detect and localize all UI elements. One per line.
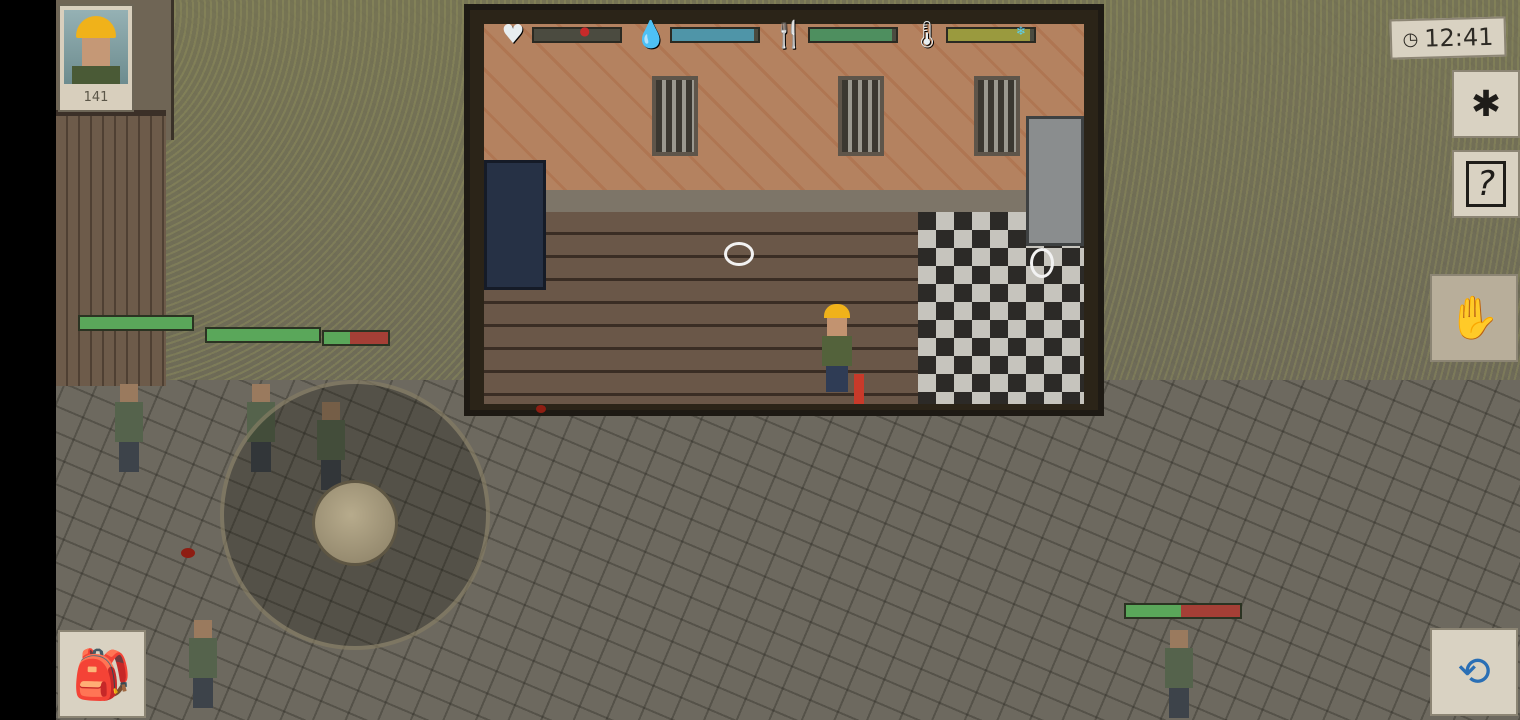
enemy-health-fill: [80, 317, 192, 329]
enemy-health-bar: [322, 330, 390, 346]
loot-marker[interactable]: [1030, 248, 1054, 278]
enemy-health-bar: [1124, 603, 1242, 619]
fork-knife-icon: 🍴: [772, 20, 806, 50]
window: [974, 76, 1020, 156]
player-character: [820, 304, 864, 404]
game-clock: ◷ 12:41: [1389, 16, 1507, 60]
backpack-icon: 🎒: [72, 646, 132, 703]
grab-hand-button[interactable]: ✋: [1430, 274, 1518, 362]
thermometer-icon: 🌡: [910, 20, 944, 50]
water-drop-bar-fill: [672, 29, 754, 41]
window: [838, 76, 884, 156]
portrait-value: 141: [83, 90, 109, 105]
heart-icon: ♥: [501, 20, 525, 50]
fire-axe: [854, 374, 864, 404]
house-interior: [464, 4, 1104, 416]
loot-marker[interactable]: [724, 242, 754, 266]
thermometer-bar: ❄: [946, 24, 1036, 43]
gear-icon: ✱: [1470, 83, 1502, 125]
clock-time: 12:41: [1423, 22, 1494, 53]
zombie[interactable]: [112, 384, 146, 474]
wooden-shed: [56, 110, 166, 386]
cold-icon: ❄: [1015, 24, 1026, 38]
heart-bar: ●: [532, 24, 622, 43]
swap-weapon-button[interactable]: ⟲: [1430, 628, 1518, 716]
thermometer-stat: 🌡 ❄: [910, 20, 1036, 50]
quest-journal-button[interactable]: ?: [1452, 150, 1520, 218]
survival-stats: ♥ ● 💧 🍴 🌡 ❄: [498, 20, 1088, 50]
blood-splatter: [181, 548, 195, 558]
character-portrait[interactable]: 141: [58, 4, 134, 112]
blood-splatter: [536, 405, 546, 413]
joystick-knob[interactable]: [312, 480, 398, 566]
enemy-health-fill: [207, 329, 319, 341]
settings-button[interactable]: ✱: [1452, 70, 1520, 138]
enemy-health-fill: [1126, 605, 1181, 617]
water-drop-stat: 💧: [634, 20, 760, 50]
enemy-health-bar: [205, 327, 321, 343]
enemy-health-bar: [78, 315, 194, 331]
backpack-button[interactable]: 🎒: [58, 630, 146, 718]
heart-stat: ♥ ●: [498, 20, 622, 50]
swap-weapon-icon: ⟲: [1457, 649, 1491, 695]
zombie[interactable]: [1162, 630, 1196, 720]
fork-knife-bar: [808, 27, 898, 43]
water-drop-icon: 💧: [634, 20, 668, 50]
fork-knife-bar-fill: [810, 29, 892, 41]
sofa[interactable]: [484, 160, 546, 290]
movement-joystick[interactable]: [220, 380, 490, 650]
bleeding-icon: ●: [579, 24, 590, 38]
window: [652, 76, 698, 156]
clock-icon: ◷: [1402, 28, 1419, 50]
avatar: [64, 10, 128, 84]
water-drop-bar: [670, 27, 760, 43]
journal-icon: ?: [1465, 161, 1507, 207]
zombie[interactable]: [186, 620, 220, 710]
refrigerator[interactable]: [1026, 116, 1084, 246]
fork-knife-stat: 🍴: [772, 20, 898, 50]
hand-icon: ✋: [1447, 293, 1501, 342]
enemy-health-fill: [324, 332, 350, 344]
